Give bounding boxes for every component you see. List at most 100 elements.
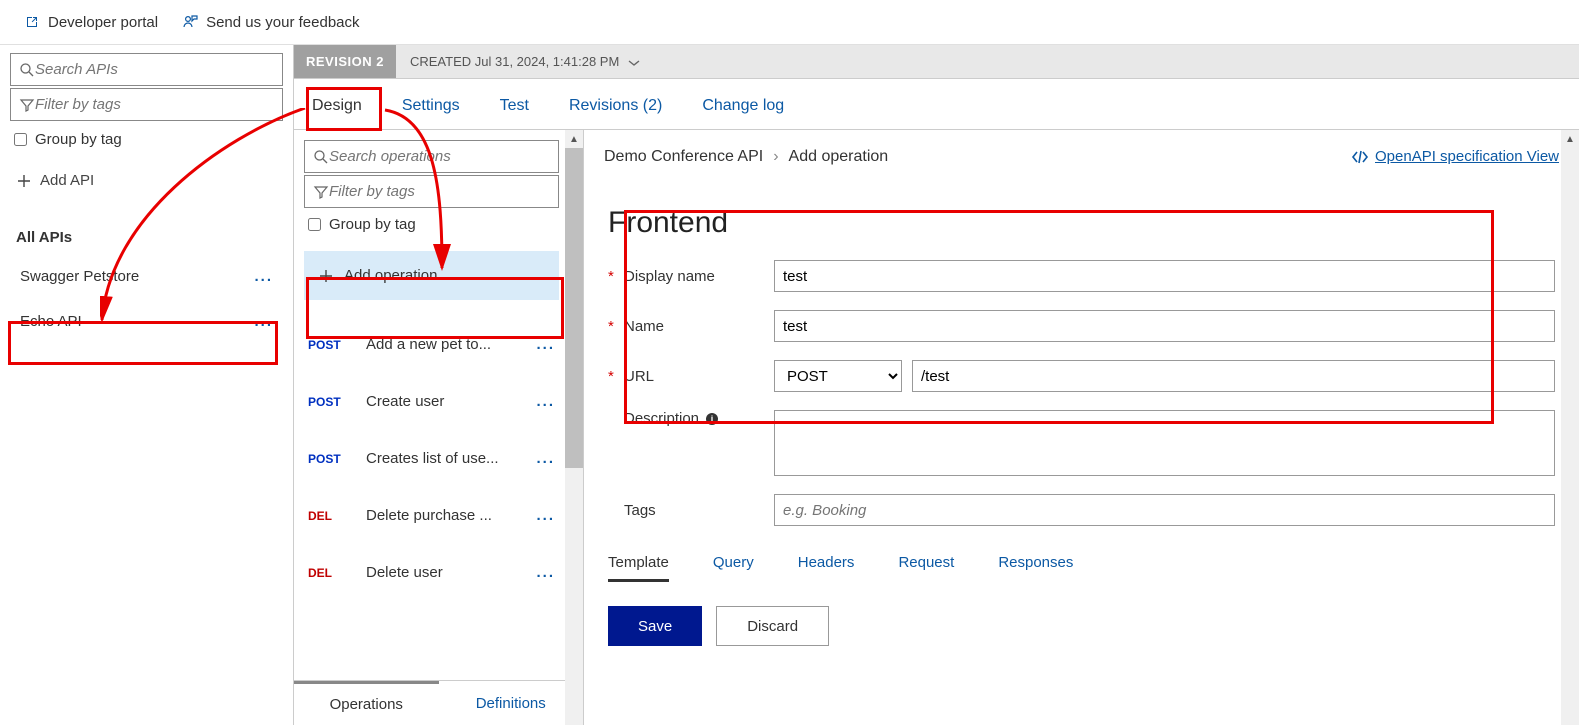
display-name-label: Display name xyxy=(624,268,774,285)
code-icon xyxy=(1351,150,1369,164)
filter-ops-tags-box[interactable] xyxy=(304,175,559,208)
add-operation-button[interactable]: Add operation xyxy=(304,251,559,300)
save-button[interactable]: Save xyxy=(608,606,702,646)
search-operations-input[interactable] xyxy=(329,148,550,165)
tab-changelog[interactable]: Change log xyxy=(702,97,784,115)
ops-group-by-tag-input[interactable] xyxy=(308,218,321,231)
svg-text:i: i xyxy=(711,414,714,424)
add-operation-label: Add operation xyxy=(344,267,437,284)
required-marker: * xyxy=(608,368,624,385)
search-apis-box[interactable] xyxy=(10,53,283,86)
bottom-tab-definitions[interactable]: Definitions xyxy=(439,681,584,725)
person-feedback-icon xyxy=(182,14,198,30)
ops-group-by-tag-checkbox[interactable]: Group by tag xyxy=(304,210,559,239)
bottom-tab-operations[interactable]: Operations xyxy=(294,681,439,725)
http-method-select[interactable]: POST xyxy=(774,360,902,392)
tab-design[interactable]: Design xyxy=(312,97,362,115)
add-api-label: Add API xyxy=(40,172,94,189)
sub-tab-query[interactable]: Query xyxy=(713,554,754,582)
search-icon xyxy=(313,149,329,165)
search-apis-input[interactable] xyxy=(35,61,274,78)
plus-icon xyxy=(16,173,32,189)
filter-tags-box[interactable] xyxy=(10,88,283,121)
discard-button[interactable]: Discard xyxy=(716,606,829,646)
all-apis-heading: All APIs xyxy=(10,205,283,254)
filter-icon xyxy=(19,97,35,113)
required-marker: * xyxy=(608,318,624,335)
plus-icon xyxy=(318,268,334,284)
sub-tab-request[interactable]: Request xyxy=(898,554,954,582)
feedback-label: Send us your feedback xyxy=(206,14,359,31)
add-api-button[interactable]: Add API xyxy=(10,156,283,205)
tags-input[interactable] xyxy=(774,494,1555,526)
required-marker: * xyxy=(608,268,624,285)
group-by-tag-label: Group by tag xyxy=(35,131,122,148)
sub-tab-responses[interactable]: Responses xyxy=(998,554,1073,582)
filter-icon xyxy=(313,184,329,200)
tab-settings[interactable]: Settings xyxy=(402,97,460,115)
operation-item[interactable]: DEL Delete purchase ... ... xyxy=(304,487,559,544)
feedback-link[interactable]: Send us your feedback xyxy=(182,14,359,31)
url-path-input[interactable] xyxy=(912,360,1555,392)
operation-item[interactable]: POST Creates list of use... ... xyxy=(304,430,559,487)
operation-name: Add a new pet to... xyxy=(366,336,522,353)
right-scrollbar[interactable]: ▲ xyxy=(1561,130,1579,725)
sub-tab-headers[interactable]: Headers xyxy=(798,554,855,582)
developer-portal-link[interactable]: Developer portal xyxy=(24,14,158,31)
info-icon[interactable]: i xyxy=(705,412,719,426)
openapi-spec-link[interactable]: OpenAPI specification View xyxy=(1351,148,1559,165)
more-icon[interactable]: ... xyxy=(536,393,555,410)
tab-revisions[interactable]: Revisions (2) xyxy=(569,97,662,115)
ops-group-by-tag-label: Group by tag xyxy=(329,216,416,233)
more-icon[interactable]: ... xyxy=(536,336,555,353)
revision-badge[interactable]: REVISION 2 xyxy=(294,45,396,78)
more-icon[interactable]: ... xyxy=(536,564,555,581)
display-name-input[interactable] xyxy=(774,260,1555,292)
http-method-badge: POST xyxy=(308,338,352,352)
more-icon[interactable]: ... xyxy=(536,507,555,524)
operation-item[interactable]: POST Create user ... xyxy=(304,373,559,430)
filter-ops-tags-input[interactable] xyxy=(329,183,550,200)
frontend-heading: Frontend xyxy=(608,206,1555,240)
tab-test[interactable]: Test xyxy=(500,97,529,115)
group-by-tag-checkbox[interactable]: Group by tag xyxy=(10,123,283,156)
description-label: Description i xyxy=(624,410,774,427)
search-operations-box[interactable] xyxy=(304,140,559,173)
breadcrumb-page: Add operation xyxy=(789,148,889,166)
openapi-spec-label: OpenAPI specification View xyxy=(1375,148,1559,165)
operation-name: Delete user xyxy=(366,564,522,581)
filter-tags-input[interactable] xyxy=(35,96,274,113)
description-textarea[interactable] xyxy=(774,410,1555,476)
name-input[interactable] xyxy=(774,310,1555,342)
developer-portal-label: Developer portal xyxy=(48,14,158,31)
tags-label: Tags xyxy=(624,502,774,519)
more-icon[interactable]: ... xyxy=(254,313,273,330)
operation-item[interactable]: POST Add a new pet to... ... xyxy=(304,316,559,373)
api-item-swagger[interactable]: Swagger Petstore ... xyxy=(10,254,283,299)
scroll-up-icon[interactable]: ▲ xyxy=(565,130,583,148)
name-label: Name xyxy=(624,318,774,335)
revision-created[interactable]: CREATED Jul 31, 2024, 1:41:28 PM xyxy=(396,54,655,69)
group-by-tag-input[interactable] xyxy=(14,133,27,146)
created-label: CREATED xyxy=(410,54,471,69)
breadcrumb-api[interactable]: Demo Conference API xyxy=(604,148,763,166)
api-item-echo[interactable]: Echo API ... xyxy=(10,299,283,344)
ops-scrollbar[interactable]: ▲ xyxy=(565,130,583,725)
more-icon[interactable]: ... xyxy=(536,450,555,467)
required-marker xyxy=(608,502,624,519)
operation-item[interactable]: DEL Delete user ... xyxy=(304,544,559,601)
more-icon[interactable]: ... xyxy=(254,268,273,285)
search-icon xyxy=(19,62,35,78)
scroll-up-icon[interactable]: ▲ xyxy=(1561,130,1579,148)
sub-tab-template[interactable]: Template xyxy=(608,554,669,582)
api-item-name: Swagger Petstore xyxy=(20,268,139,285)
created-ts: Jul 31, 2024, 1:41:28 PM xyxy=(475,54,620,69)
operation-name: Creates list of use... xyxy=(366,450,522,467)
required-marker xyxy=(608,410,624,427)
http-method-badge: POST xyxy=(308,452,352,466)
http-method-badge: POST xyxy=(308,395,352,409)
scrollbar-thumb[interactable] xyxy=(565,148,583,468)
chevron-down-icon xyxy=(627,58,641,68)
http-method-badge: DEL xyxy=(308,509,352,523)
breadcrumb-separator: › xyxy=(773,148,778,166)
